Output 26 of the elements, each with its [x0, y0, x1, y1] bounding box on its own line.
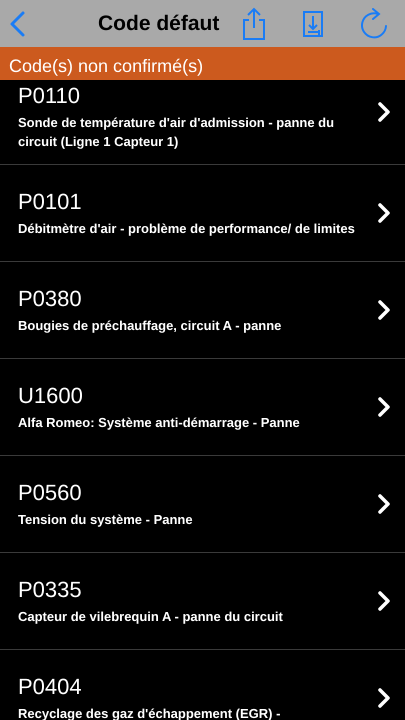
fault-description: Recyclage des gaz d'échappement (EGR) -: [18, 704, 282, 720]
chevron-icon: [377, 299, 391, 321]
fault-code: P0335: [18, 576, 83, 602]
fault-description: Débitmètre d'air - problème de performance/ de limites: [18, 220, 356, 238]
section-header: Code(s) non confirmé(s): [0, 47, 405, 80]
fault-code: P0380: [18, 286, 83, 312]
chevron-icon: [377, 396, 391, 418]
download-button[interactable]: [303, 10, 324, 36]
fault-description: Tension du système - Panne: [18, 510, 194, 528]
chevron-icon: [377, 493, 391, 515]
fault-description: Alfa Romeo: Système anti-démarrage - Panne: [18, 414, 301, 432]
fault-code: U1600: [18, 382, 84, 408]
chevron-icon: [377, 687, 391, 709]
fault-code: P0560: [18, 480, 83, 506]
fault-code: P0101: [18, 188, 83, 214]
fault-description: Bougies de préchauffage, circuit A - panne: [18, 316, 282, 334]
fault-code: P0404: [18, 674, 83, 700]
fault-description: Sonde de température d'air d'admission - panne du circuit (Ligne 1 Capteur 1): [18, 114, 336, 151]
fault-description: Capteur de vilebrequin A - panne du circuit: [18, 608, 284, 626]
chevron-icon: [377, 202, 391, 224]
screen-title: Code défaut: [98, 10, 220, 37]
fault-code: P0110: [18, 83, 81, 109]
chevron-icon: [377, 101, 391, 123]
chevron-icon: [377, 590, 391, 612]
share-button[interactable]: [241, 6, 268, 40]
refresh-button[interactable]: [361, 8, 390, 40]
